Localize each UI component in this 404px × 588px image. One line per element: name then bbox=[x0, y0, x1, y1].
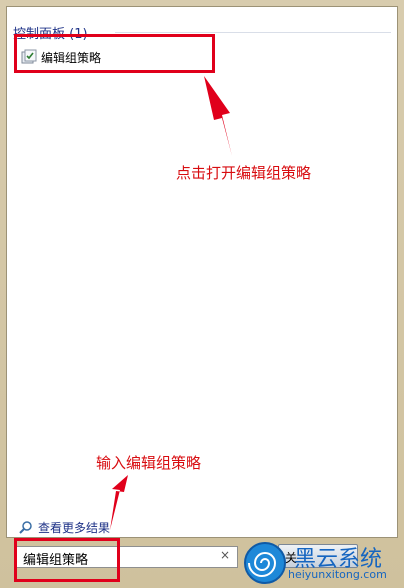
arrow-top bbox=[204, 76, 232, 156]
annotation-click-open: 点击打开编辑组策略 bbox=[176, 164, 312, 182]
watermark-logo: 黑云系统 heiyunxitong.com bbox=[236, 538, 404, 588]
start-menu-frame: 控制面板 (1) 编辑组策略 查看更多结果 点击打开编辑组策略 输入编辑组策略 … bbox=[0, 0, 404, 588]
watermark-url: heiyunxitong.com bbox=[288, 568, 387, 581]
highlight-box-search bbox=[14, 538, 120, 582]
annotation-type-input: 输入编辑组策略 bbox=[96, 454, 202, 472]
clear-search-icon[interactable]: × bbox=[220, 548, 230, 562]
annotation-arrows bbox=[110, 76, 232, 530]
logo-swirl-icon bbox=[244, 542, 286, 584]
arrow-bottom bbox=[110, 475, 128, 530]
